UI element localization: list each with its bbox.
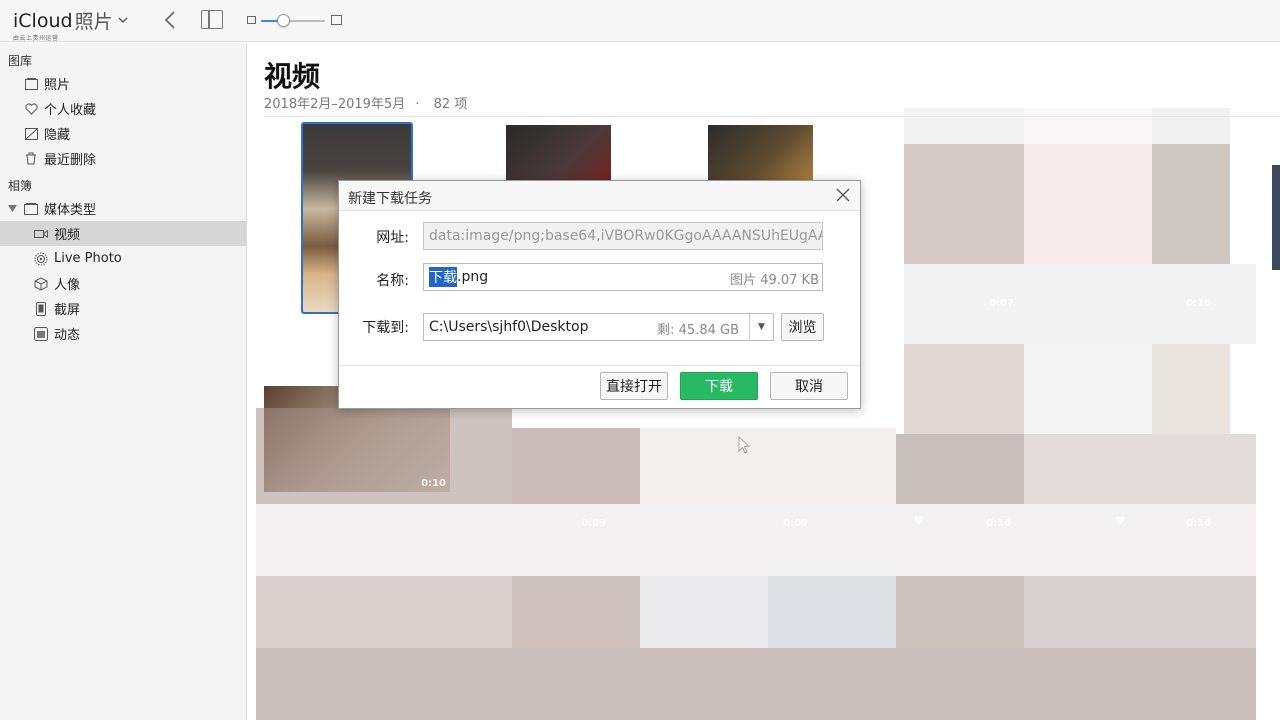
sidebar-item-photos[interactable]: 照片 [0, 71, 246, 96]
video-duration: 0:07 [989, 298, 1014, 309]
sidebar-item-videos[interactable]: 视频 [0, 221, 246, 246]
sidebar-item-label: 动态 [54, 328, 81, 343]
sidebar-item-label: Live Photo [54, 251, 122, 266]
filename-field[interactable]: 下载 .png 图片 49.07 KB [423, 263, 823, 291]
zoom-knob[interactable] [277, 14, 291, 27]
sidebar-item-hidden[interactable]: 隐藏 [0, 121, 246, 146]
heart-icon [24, 102, 38, 116]
video-thumbnail[interactable] [506, 125, 611, 185]
live-photo-icon [34, 252, 48, 266]
url-value: data:image/png;base64,iVBORw0KGgoAAAANSU… [429, 228, 823, 244]
video-thumbnail[interactable] [708, 125, 813, 185]
filename-extension: .png [457, 269, 489, 285]
sidebar: 图库 照片 个人收藏 隐藏 最近删除 相簿 媒体类型 视频 Live Photo… [0, 43, 247, 720]
app-name: iCloud [13, 9, 73, 32]
zoom-slider[interactable] [247, 13, 347, 29]
chevron-down-icon [118, 14, 128, 27]
dialog-title: 新建下载任务 [348, 191, 432, 207]
albums-section-title: 相簿 [8, 179, 33, 193]
close-icon[interactable] [834, 186, 852, 204]
app-module: 照片 [74, 11, 113, 33]
video-icon [34, 227, 48, 241]
url-label: 网址: [376, 230, 409, 246]
video-duration: 0:09 [783, 518, 808, 529]
url-field[interactable]: data:image/png;base64,iVBORw0KGgoAAAANSU… [423, 222, 823, 250]
page-title: 视频 [264, 60, 321, 93]
sidebar-item-animated[interactable]: 动态 [0, 321, 246, 346]
browse-button[interactable]: 浏览 [781, 313, 824, 341]
date-range: 2018年2月–2019年5月 [264, 97, 406, 112]
video-duration: 0:10 [1186, 518, 1211, 529]
dialog-header: 新建下载任务 [339, 181, 860, 211]
sidebar-item-screenshots[interactable]: 截屏 [0, 296, 246, 321]
screenshot-icon [34, 301, 48, 316]
triangle-down-icon[interactable] [8, 201, 18, 216]
library-section-title: 图库 [8, 54, 33, 68]
free-space: 剩: 45.84 GB [657, 323, 739, 338]
page-subtitle: 2018年2月–2019年5月 · 82 项 [264, 93, 467, 112]
item-count: 82 项 [433, 97, 468, 112]
sidebar-item-label: 隐藏 [44, 128, 71, 143]
app-subtitle: 由云上贵州运营 [13, 35, 59, 42]
sidebar-item-live-photo[interactable]: Live Photo [0, 246, 246, 271]
sidebar-item-label: 最近删除 [44, 153, 97, 168]
sidebar-item-label: 照片 [44, 78, 71, 93]
separator-dot: · [415, 97, 420, 112]
sidebar-item-recently-deleted[interactable]: 最近删除 [0, 146, 246, 171]
trash-icon [24, 152, 38, 166]
filename-selected-text: 下载 [429, 267, 457, 287]
destination-path: C:\Users\sjhf0\Desktop [429, 319, 589, 335]
sidebar-item-label: 人像 [54, 278, 81, 293]
sidebar-item-portrait[interactable]: 人像 [0, 271, 246, 296]
video-duration: 0:09 [581, 518, 606, 529]
video-duration: 0:10 [1186, 298, 1211, 309]
large-thumbnail-icon [331, 15, 342, 25]
portrait-icon [34, 276, 48, 291]
destination-label: 下载到: [362, 320, 409, 336]
folder-icon [24, 202, 38, 216]
chevron-left-icon [164, 11, 175, 29]
back-button[interactable] [160, 9, 180, 31]
dropdown-arrow-icon[interactable]: ▼ [749, 314, 773, 340]
app-logo[interactable]: iCloud 照片 由云上贵州运营 [13, 7, 128, 42]
sidebar-item-favorites[interactable]: 个人收藏 [0, 96, 246, 121]
sidebar-toggle-button[interactable] [201, 10, 223, 29]
heart-icon: ♥ [913, 514, 924, 528]
new-download-dialog: 新建下载任务 网址: data:image/png;base64,iVBORw0… [338, 180, 861, 409]
destination-combobox[interactable]: C:\Users\sjhf0\Desktop 剩: 45.84 GB ▼ [423, 313, 774, 341]
sidebar-item-label: 媒体类型 [44, 203, 97, 218]
sidebar-item-label: 截屏 [54, 303, 81, 318]
download-button[interactable]: 下载 [680, 372, 758, 400]
top-toolbar: iCloud 照片 由云上贵州运营 [0, 0, 1280, 42]
header-divider [264, 116, 1280, 117]
animated-icon [34, 326, 48, 341]
photos-icon [24, 77, 38, 91]
sidebar-group-media-types[interactable]: 媒体类型 [0, 196, 246, 221]
heart-icon: ♥ [1115, 514, 1126, 528]
mouse-cursor-icon [738, 436, 750, 454]
hidden-icon [24, 127, 38, 141]
video-thumbnail[interactable] [1272, 165, 1280, 270]
cancel-button[interactable]: 取消 [770, 372, 848, 400]
file-size-info: 图片 49.07 KB [730, 273, 819, 288]
small-thumbnail-icon [247, 16, 256, 24]
video-duration: 0:10 [986, 518, 1011, 529]
sidebar-item-label: 个人收藏 [44, 103, 97, 118]
dialog-separator [339, 365, 860, 366]
sidebar-item-label: 视频 [54, 228, 81, 243]
name-label: 名称: [376, 273, 409, 289]
open-directly-button[interactable]: 直接打开 [600, 372, 668, 400]
video-duration: 0:10 [421, 478, 446, 489]
